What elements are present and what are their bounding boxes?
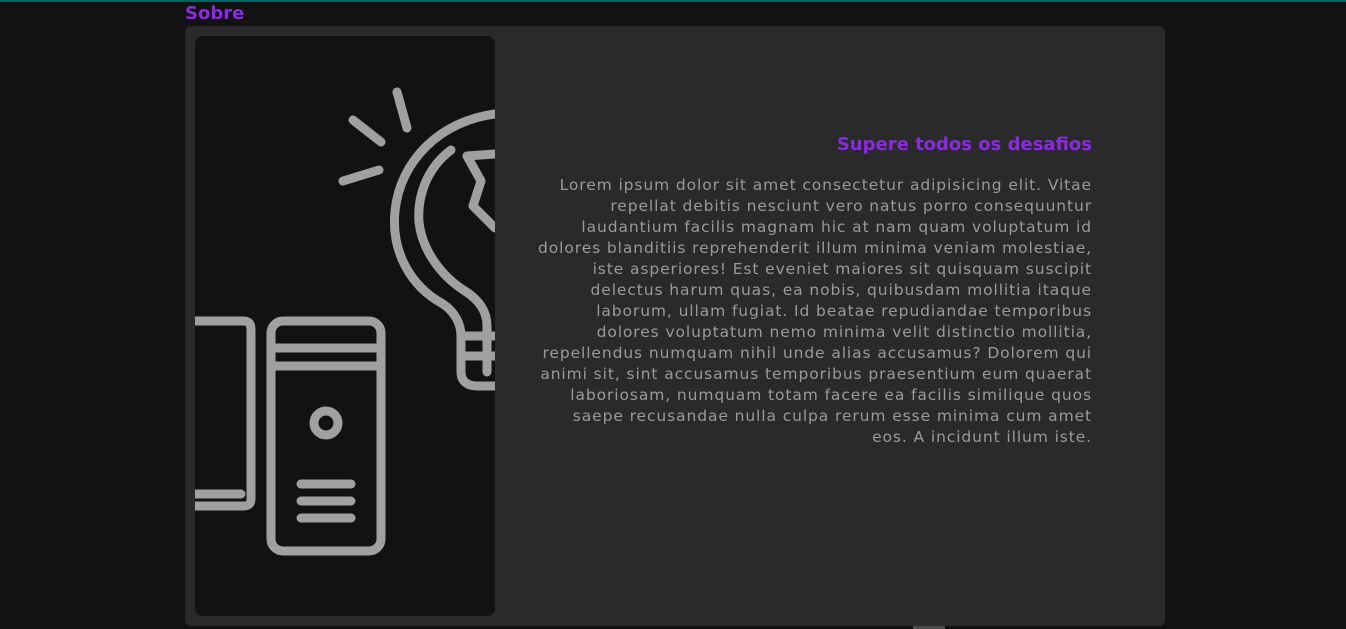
card-body-text: Lorem ipsum dolor sit amet consectetur a… bbox=[538, 176, 1092, 446]
monitor-icon bbox=[195, 316, 256, 511]
lightbulb-icon bbox=[389, 109, 495, 391]
illustration-panel bbox=[195, 36, 495, 616]
about-card: Supere todos os desafios Lorem ipsum dol… bbox=[185, 26, 1165, 626]
light-rays-icon bbox=[338, 87, 412, 186]
text-column: Supere todos os desafios Lorem ipsum dol… bbox=[535, 133, 1092, 448]
top-accent-line bbox=[0, 0, 1346, 2]
tech-illustration bbox=[195, 87, 495, 556]
section-title: Sobre bbox=[185, 3, 245, 24]
computer-tower-icon bbox=[266, 316, 386, 556]
card-subtitle: Supere todos os desafios bbox=[836, 134, 1092, 155]
